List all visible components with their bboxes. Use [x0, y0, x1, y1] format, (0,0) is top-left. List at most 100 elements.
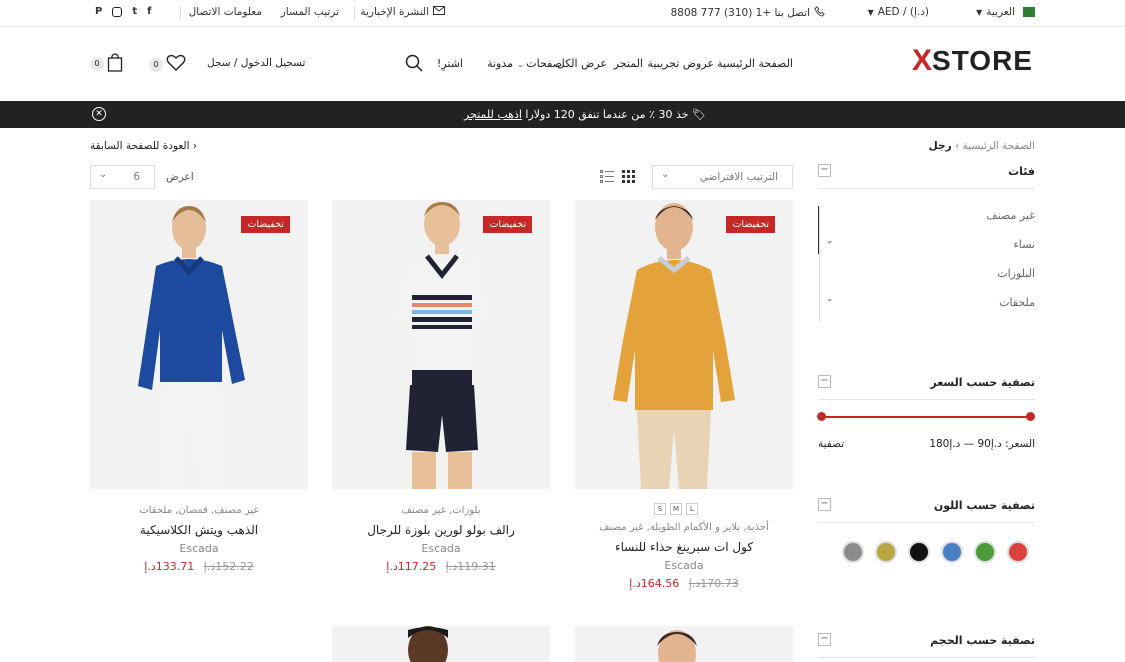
product-brand[interactable]: Escada — [332, 542, 550, 555]
twitter-icon[interactable]: t — [132, 6, 137, 17]
site-header: X STORE الصفحة الرئيسية عروض تجريبية الم… — [0, 27, 1125, 101]
mail-icon — [433, 6, 445, 18]
track-order-link[interactable]: ترتيب المسار — [281, 6, 339, 18]
color-swatch-red[interactable] — [1007, 541, 1029, 563]
product-image[interactable] — [332, 626, 550, 662]
product-photo-sweater — [613, 203, 735, 489]
product-category[interactable]: أحذية, بلايز و الأكمام الطويلة, غير مصنف — [575, 522, 793, 533]
nav-shop[interactable]: المتجر — [614, 57, 643, 70]
language-selector[interactable]: العربية ▼ — [976, 6, 1035, 18]
currency-selector[interactable]: AED / (د.إ) ▼ — [868, 6, 929, 18]
chevron-down-icon[interactable]: ⌄ — [826, 294, 834, 304]
color-swatch-green[interactable] — [974, 541, 996, 563]
collapse-price-button[interactable]: − — [818, 375, 831, 388]
nav-demos[interactable]: عروض تجريبية — [647, 57, 714, 70]
sale-badge: تخفيضات — [726, 216, 775, 233]
product-image[interactable]: تخفيضات — [90, 200, 308, 489]
grid-view-icon[interactable] — [622, 170, 635, 186]
nav-view-all[interactable]: عرض الكل — [557, 57, 607, 70]
chevron-down-icon[interactable]: ⌄ — [826, 236, 834, 246]
per-page-select[interactable]: 6 ⌄ — [90, 165, 155, 189]
divider — [180, 6, 181, 20]
phone-icon — [814, 6, 825, 20]
cart-count: 0 — [90, 56, 104, 71]
promo-shop-link[interactable]: اذهب للمتجر — [464, 108, 522, 121]
nav-blog[interactable]: مدونة — [487, 57, 513, 70]
category-accessories[interactable]: ملحقات — [999, 296, 1035, 309]
product-title[interactable]: الذهب ويتش الكلاسيكية — [90, 523, 308, 537]
product-price: 119.31د.إ 117.25د.إ — [332, 560, 550, 573]
old-price: 119.31د.إ — [445, 560, 496, 573]
nav-buy[interactable]: اشترِ! — [437, 57, 463, 70]
breadcrumb: الصفحة الرئيسية › رجل — [929, 140, 1035, 152]
sort-select[interactable]: الترتيب الافتراضي ⌄ — [652, 165, 793, 189]
cart-button[interactable]: 0 — [90, 52, 123, 75]
collapse-categories-button[interactable]: − — [818, 164, 831, 177]
color-swatch-olive[interactable] — [875, 541, 897, 563]
price-slider-min-handle[interactable] — [817, 412, 826, 421]
breadcrumb-current: رجل — [928, 140, 952, 152]
tag-icon: 🏷 — [692, 108, 706, 121]
size-option-s[interactable]: S — [654, 503, 666, 515]
price-slider-max-handle[interactable] — [1026, 412, 1035, 421]
pinterest-icon[interactable]: P — [95, 6, 102, 17]
back-link[interactable]: ‹ العودة للصفحة السابقة — [90, 140, 197, 152]
social-links: P t f — [95, 6, 151, 17]
nav-home[interactable]: الصفحة الرئيسية — [717, 57, 793, 70]
heart-icon — [166, 54, 186, 75]
color-filter-title: تصفية حسب اللون — [933, 499, 1035, 512]
list-view-icon[interactable] — [600, 170, 614, 186]
price-filter-button[interactable]: تصفية — [818, 438, 844, 450]
show-label: اعرض — [166, 171, 194, 183]
breadcrumb-home[interactable]: الصفحة الرئيسية — [963, 140, 1035, 152]
category-women[interactable]: نساء — [1014, 238, 1035, 251]
old-price: 170.73د.إ — [688, 577, 739, 590]
wishlist-button[interactable]: 0 — [149, 54, 186, 75]
shopping-bag-icon — [107, 52, 123, 75]
sale-badge: تخفيضات — [483, 216, 532, 233]
nav-pages[interactable]: صفحات⌄ — [517, 57, 562, 70]
product-brand[interactable]: Escada — [90, 542, 308, 555]
phone-contact[interactable]: اتصل بنا +1 (310) 777 8808 — [671, 6, 825, 20]
logo[interactable]: X STORE — [912, 46, 1033, 76]
sale-badge: تخفيضات — [241, 216, 290, 233]
chevron-down-icon: ⌄ — [99, 169, 108, 180]
product-brand[interactable]: Escada — [575, 559, 793, 572]
size-filter-title: تصفية حسب الحجم — [930, 634, 1035, 647]
divider — [818, 657, 1035, 658]
size-option-m[interactable]: M — [670, 503, 682, 515]
product-title[interactable]: كول ات سبرينغ حذاء للنساء — [575, 540, 793, 554]
product-image[interactable]: تخفيضات — [332, 200, 550, 489]
color-swatch-gray[interactable] — [842, 541, 864, 563]
chevron-down-icon: ⌄ — [517, 61, 524, 69]
product-title[interactable]: رالف بولو لورين بلوزة للرجال — [332, 523, 550, 537]
color-swatch-black[interactable] — [908, 541, 930, 563]
category-blouses[interactable]: البلوزات — [997, 267, 1035, 280]
product-category[interactable]: غير مصنف, قمصان, ملحقات — [90, 505, 308, 516]
color-swatch-blue[interactable] — [941, 541, 963, 563]
product-image[interactable] — [575, 626, 793, 662]
price-filter-title: تصفية حسب السعر — [930, 376, 1035, 389]
collapse-size-button[interactable]: − — [818, 633, 831, 646]
login-link[interactable]: تسجيل الدخول / سجل — [207, 57, 305, 69]
chevron-down-icon: ▼ — [867, 7, 874, 17]
contact-info-link[interactable]: معلومات الاتصال — [189, 6, 262, 18]
search-icon[interactable] — [405, 54, 423, 75]
chevron-left-icon: › — [955, 140, 960, 152]
categories-title: فئات — [1008, 165, 1035, 178]
category-uncategorized[interactable]: غير مصنف — [986, 209, 1035, 222]
close-icon[interactable]: ✕ — [92, 107, 106, 121]
chevron-left-icon: ‹ — [192, 140, 198, 152]
instagram-icon[interactable] — [112, 6, 123, 17]
product-photo-polo — [392, 202, 492, 489]
promo-message: 🏷 خذ 30 ٪ من عندما تنفق 120 دولارا اذهب … — [464, 108, 706, 121]
scrollbar-track — [819, 206, 820, 322]
product-photo-knit-polo — [138, 206, 245, 489]
chevron-down-icon: ⌄ — [661, 169, 670, 180]
size-option-l[interactable]: L — [686, 503, 698, 515]
product-category[interactable]: بلوزات, غير مصنف — [332, 505, 550, 516]
facebook-icon[interactable]: f — [147, 6, 151, 17]
product-image[interactable]: تخفيضات — [575, 200, 793, 489]
collapse-color-button[interactable]: − — [818, 498, 831, 511]
newsletter-link[interactable]: النشرة الإخبارية — [360, 6, 445, 18]
